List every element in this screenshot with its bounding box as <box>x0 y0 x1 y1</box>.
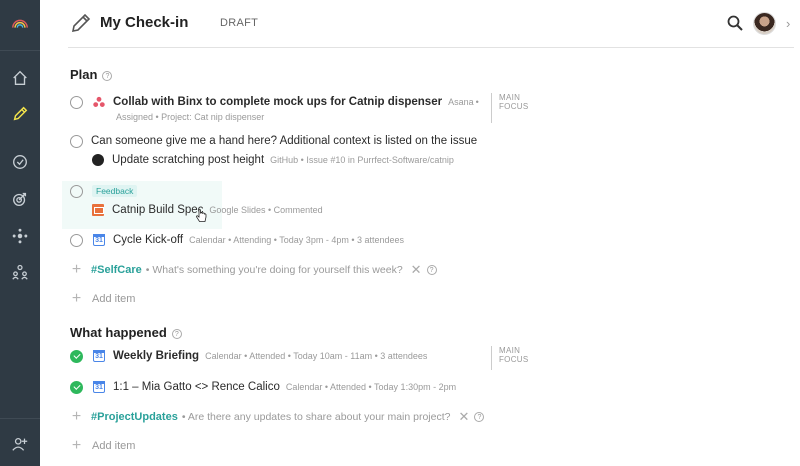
check-circle-icon[interactable] <box>8 150 32 174</box>
item-title[interactable]: Cycle Kick-off <box>113 234 183 246</box>
what-happened-section-title: What happened? <box>70 325 182 340</box>
pencil-icon <box>71 13 91 33</box>
linked-issue[interactable]: Update scratching post height GitHub • I… <box>92 150 454 170</box>
item-meta: Calendar • Attending • Today 3pm - 4pm •… <box>189 235 405 245</box>
checkbox[interactable] <box>70 184 83 198</box>
item-title[interactable]: 1:1 – Mia Gatto <> Rence Calico <box>113 381 280 393</box>
plus-icon[interactable]: + <box>70 262 83 278</box>
page-title: My Check-in <box>100 14 189 31</box>
completed-check-icon[interactable] <box>70 380 83 394</box>
selfcare-prompt[interactable]: + #SelfCare • What's something you're do… <box>70 261 437 279</box>
sidebar-divider <box>0 418 40 419</box>
prompt-question: • What's something you're doing for your… <box>145 264 403 276</box>
calendar-icon: 31 <box>93 350 105 362</box>
sidebar-divider <box>0 50 40 51</box>
network-icon[interactable] <box>8 224 32 248</box>
help-icon[interactable]: ? <box>102 71 113 81</box>
add-item-button[interactable]: + Add item <box>70 437 136 455</box>
home-icon[interactable] <box>8 66 32 90</box>
help-icon[interactable]: ? <box>474 412 485 422</box>
add-item-label: Add item <box>92 293 136 305</box>
asana-icon <box>93 96 105 108</box>
issue-meta: GitHub • Issue #10 in Purrfect-Software/… <box>270 155 454 165</box>
meta-separator: • <box>475 97 479 107</box>
draft-status-label: DRAFT <box>220 17 259 29</box>
item-title[interactable]: Can someone give me a hand here? Additio… <box>91 135 477 147</box>
hand-cursor-icon <box>196 209 207 222</box>
plan-section-title: Plan? <box>70 67 113 82</box>
issue-title[interactable]: Update scratching post height <box>112 154 264 166</box>
plan-item[interactable]: 31 Cycle Kick-off Calendar • Attending •… <box>70 230 404 250</box>
prompt-tag[interactable]: #ProjectUpdates <box>91 411 178 423</box>
prompt-question: • Are there any updates to share about y… <box>181 411 451 423</box>
add-user-icon[interactable] <box>8 432 32 456</box>
item-title[interactable]: Weekly Briefing <box>113 350 199 362</box>
completed-check-icon[interactable] <box>70 349 83 363</box>
checkbox[interactable] <box>70 134 83 148</box>
plan-item[interactable]: Collab with Binx to complete mock ups fo… <box>70 92 479 112</box>
plus-icon: + <box>71 290 82 307</box>
calendar-icon: 31 <box>93 381 105 393</box>
checkbox[interactable] <box>70 95 83 109</box>
header: My Check-in DRAFT › <box>40 0 800 48</box>
help-icon[interactable]: ? <box>426 265 437 275</box>
item-meta: Google Slides • Commented <box>209 205 323 215</box>
pencil-icon[interactable] <box>8 102 32 126</box>
header-divider <box>68 47 794 48</box>
target-icon[interactable] <box>8 187 32 211</box>
chevron-right-icon[interactable]: › <box>786 16 790 31</box>
plus-icon[interactable]: + <box>70 409 83 425</box>
help-icon[interactable]: ? <box>171 329 182 339</box>
close-icon[interactable]: ✕ <box>459 409 470 425</box>
checkbox[interactable] <box>70 233 83 247</box>
avatar[interactable] <box>753 12 776 35</box>
linked-doc[interactable]: Catnip Build Spec Google Slides • Commen… <box>92 200 323 220</box>
item-meta: Calendar • Attended • Today 1:30pm - 2pm <box>285 382 457 392</box>
check-in-app: My Check-in DRAFT › Plan? Collab with Bi… <box>0 0 800 466</box>
google-slides-icon <box>92 204 104 216</box>
plan-item[interactable]: Can someone give me a hand here? Additio… <box>70 131 477 151</box>
prompt-tag[interactable]: #SelfCare <box>91 264 142 276</box>
calendar-icon: 31 <box>93 234 105 246</box>
item-meta: Assigned • Project: Cat nip dispenser <box>116 112 265 122</box>
rainbow-logo-icon[interactable] <box>8 12 32 36</box>
add-item-label: Add item <box>92 440 136 452</box>
add-item-button[interactable]: + Add item <box>70 290 136 308</box>
happened-item[interactable]: 31 1:1 – Mia Gatto <> Rence Calico Calen… <box>70 377 456 397</box>
search-icon[interactable] <box>726 14 744 32</box>
item-meta: Calendar • Attended • Today 10am - 11am … <box>205 351 428 361</box>
item-source: Asana <box>448 97 474 107</box>
plus-icon: + <box>71 437 82 454</box>
sidebar <box>0 0 40 466</box>
close-icon[interactable]: ✕ <box>411 262 422 278</box>
project-updates-prompt[interactable]: + #ProjectUpdates • Are there any update… <box>70 408 485 426</box>
happened-item[interactable]: 31 Weekly Briefing Calendar • Attended •… <box>70 346 427 366</box>
main-focus-label: MAIN FOCUS <box>491 93 531 123</box>
plan-item[interactable] <box>70 181 83 201</box>
item-title[interactable]: Collab with Binx to complete mock ups fo… <box>113 96 442 108</box>
team-icon[interactable] <box>8 260 32 284</box>
main-focus-label: MAIN FOCUS <box>491 346 531 370</box>
item-title[interactable]: Catnip Build Spec <box>112 204 203 216</box>
github-icon <box>92 154 104 166</box>
feedback-badge: Feedback <box>92 185 138 197</box>
